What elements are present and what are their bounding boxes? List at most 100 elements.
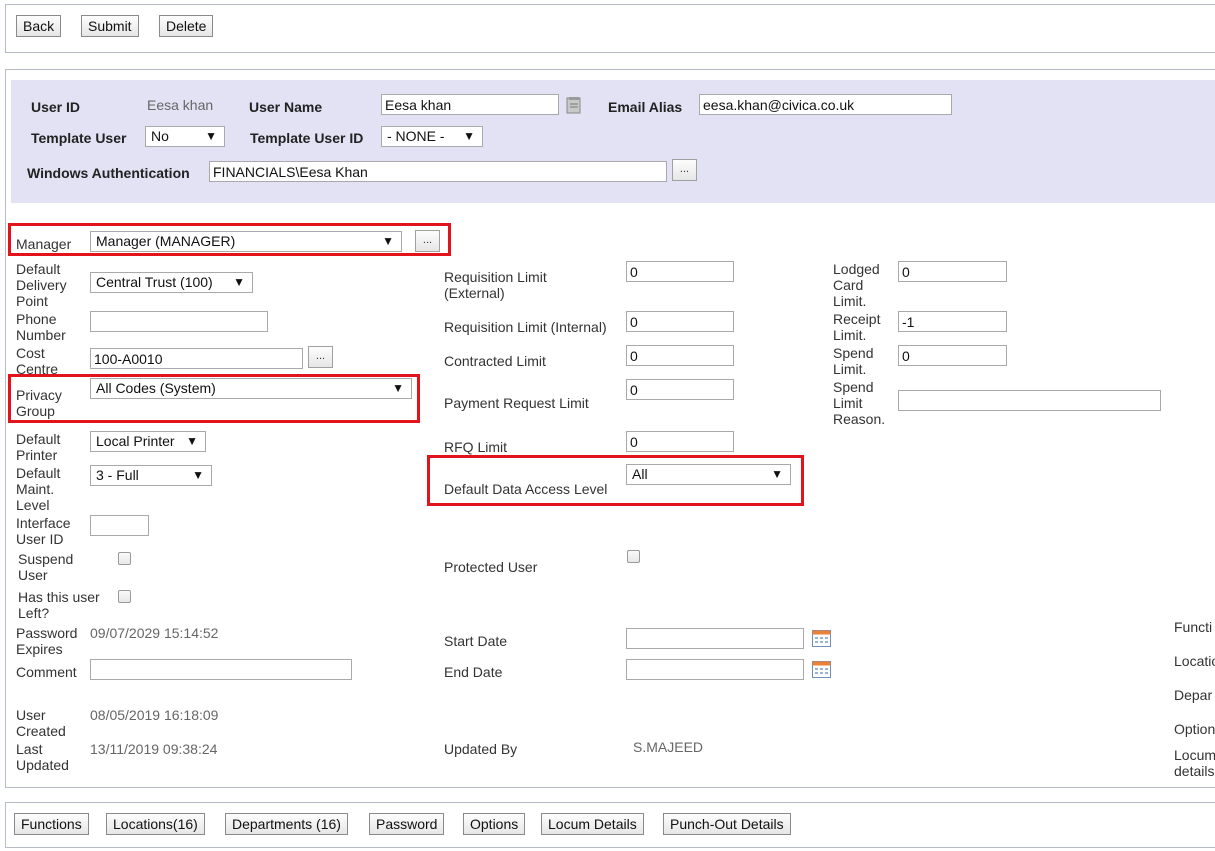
edge-link-functions[interactable]: Functi — [1174, 619, 1212, 635]
payment-request-limit-input[interactable] — [626, 379, 734, 400]
start-date-input[interactable] — [626, 628, 804, 649]
default-maint-level-selected: 3 - Full — [96, 467, 139, 483]
lodged-card-limit-label-3: Limit. — [833, 293, 867, 309]
default-printer-label-1: Default — [16, 431, 61, 447]
submit-button[interactable]: Submit — [81, 15, 139, 37]
has-user-left-checkbox[interactable] — [118, 590, 131, 603]
interface-user-id-input[interactable] — [90, 515, 149, 536]
calendar-icon[interactable] — [812, 660, 831, 678]
spend-limit-reason-label-3: Reason. — [833, 411, 886, 427]
default-data-access-level-highlight — [427, 455, 804, 506]
back-button[interactable]: Back — [16, 15, 62, 37]
default-maint-level-select[interactable]: 3 - Full ▼ — [90, 465, 212, 486]
template-user-select[interactable]: No ▼ — [145, 126, 225, 147]
locations-button[interactable]: Locations(16) — [106, 813, 205, 835]
user-created-label-1: User — [16, 707, 46, 723]
user-name-label: User Name — [249, 99, 323, 115]
departments-button[interactable]: Departments (16) — [225, 813, 348, 835]
default-printer-select[interactable]: Local Printer ▼ — [90, 431, 206, 452]
lodged-card-limit-label-1: Lodged — [833, 261, 880, 277]
privacy-group-highlight — [8, 374, 420, 423]
calendar-icon[interactable] — [812, 629, 831, 647]
template-user-selected: No — [151, 128, 169, 144]
password-expires-label-1: Password — [16, 625, 78, 641]
windows-auth-input[interactable] — [209, 161, 667, 182]
user-created-label-2: Created — [16, 723, 66, 739]
default-printer-label-2: Printer — [16, 447, 58, 463]
password-expires-label-2: Expires — [16, 641, 63, 657]
address-card-icon[interactable] — [566, 96, 582, 114]
default-delivery-point-select[interactable]: Central Trust (100) ▼ — [90, 272, 253, 293]
locum-details-button[interactable]: Locum Details — [541, 813, 644, 835]
end-date-label: End Date — [444, 664, 503, 680]
password-button[interactable]: Password — [369, 813, 445, 835]
edge-link-departments[interactable]: Depar — [1174, 687, 1212, 703]
receipt-limit-input[interactable] — [898, 311, 1007, 332]
edge-link-locum[interactable]: Locum — [1174, 747, 1215, 763]
dropdown-arrow-icon: ▼ — [463, 129, 475, 143]
comment-input[interactable] — [90, 659, 352, 680]
default-maint-level-label-2: Maint. — [16, 481, 55, 497]
phone-number-input[interactable] — [90, 311, 268, 332]
template-user-id-select[interactable]: - NONE - ▼ — [381, 126, 483, 147]
requisition-limit-external-input[interactable] — [626, 261, 734, 282]
email-alias-label: Email Alias — [608, 99, 683, 115]
interface-user-id-label-1: Interface — [16, 515, 71, 531]
phone-number-label-2: Number — [16, 327, 66, 343]
cost-centre-input[interactable] — [90, 348, 303, 369]
updated-by-label: Updated By — [444, 741, 518, 757]
lodged-card-limit-label-2: Card — [833, 277, 864, 293]
default-maint-level-label-3: Level — [16, 497, 50, 513]
delete-button[interactable]: Delete — [159, 15, 214, 37]
start-date-label: Start Date — [444, 633, 508, 649]
requisition-limit-external-label-2: (External) — [444, 285, 505, 301]
suspend-user-label-2: User — [18, 567, 48, 583]
receipt-limit-label-1: Receipt — [833, 311, 881, 327]
edge-link-locations[interactable]: Locatio — [1174, 653, 1215, 669]
windows-auth-lookup-button[interactable]: ... — [672, 159, 697, 181]
edge-link-options[interactable]: Option — [1174, 721, 1215, 737]
suspend-user-checkbox[interactable] — [118, 552, 131, 565]
user-header-band: User ID Eesa khan User Name Email Alias … — [11, 80, 1215, 203]
rfq-limit-input[interactable] — [626, 431, 734, 452]
top-toolbar: Back Submit Delete — [5, 4, 1215, 53]
user-id-value: Eesa khan — [147, 97, 214, 113]
phone-number-label-1: Phone — [16, 311, 57, 327]
edge-link-details[interactable]: details — [1174, 763, 1214, 779]
spend-limit-input[interactable] — [898, 345, 1007, 366]
last-updated-value: 13/11/2019 09:38:24 — [90, 741, 218, 757]
dropdown-arrow-icon: ▼ — [192, 468, 204, 482]
requisition-limit-internal-input[interactable] — [626, 311, 734, 332]
functions-button[interactable]: Functions — [14, 813, 89, 835]
bottom-tab-bar: Functions Locations(16) Departments (16)… — [5, 802, 1215, 848]
dropdown-arrow-icon: ▼ — [205, 129, 217, 143]
user-id-label: User ID — [31, 99, 81, 115]
email-alias-input[interactable] — [699, 94, 952, 115]
comment-label: Comment — [16, 664, 77, 680]
contracted-limit-input[interactable] — [626, 345, 734, 366]
user-name-input[interactable] — [381, 94, 559, 115]
has-user-left-label-1: Has this user — [18, 589, 100, 605]
template-user-label: Template User — [31, 130, 127, 146]
edge-links: Functi Locatio Depar Option Locum detail… — [1174, 618, 1215, 788]
end-date-input[interactable] — [626, 659, 804, 680]
spend-limit-label-1: Spend — [833, 345, 874, 361]
default-printer-selected: Local Printer — [96, 433, 175, 449]
payment-request-limit-label: Payment Request Limit — [444, 395, 589, 411]
default-delivery-point-selected: Central Trust (100) — [96, 274, 213, 290]
cost-centre-lookup-button[interactable]: ... — [308, 346, 333, 368]
protected-user-checkbox[interactable] — [627, 550, 640, 563]
spend-limit-reason-label-2: Limit — [833, 395, 863, 411]
protected-user-label: Protected User — [444, 559, 538, 575]
dropdown-arrow-icon: ▼ — [233, 275, 245, 289]
spend-limit-reason-input[interactable] — [898, 390, 1161, 411]
default-delivery-point-label-2: Delivery — [16, 277, 67, 293]
options-button[interactable]: Options — [463, 813, 526, 835]
punch-out-details-button[interactable]: Punch-Out Details — [663, 813, 791, 835]
spend-limit-reason-label-1: Spend — [833, 379, 874, 395]
last-updated-label-2: Updated — [16, 757, 69, 773]
lodged-card-limit-input[interactable] — [898, 261, 1007, 282]
has-user-left-label-2: Left? — [18, 605, 50, 621]
password-expires-value: 09/07/2029 15:14:52 — [90, 625, 219, 641]
rfq-limit-label: RFQ Limit — [444, 439, 507, 455]
